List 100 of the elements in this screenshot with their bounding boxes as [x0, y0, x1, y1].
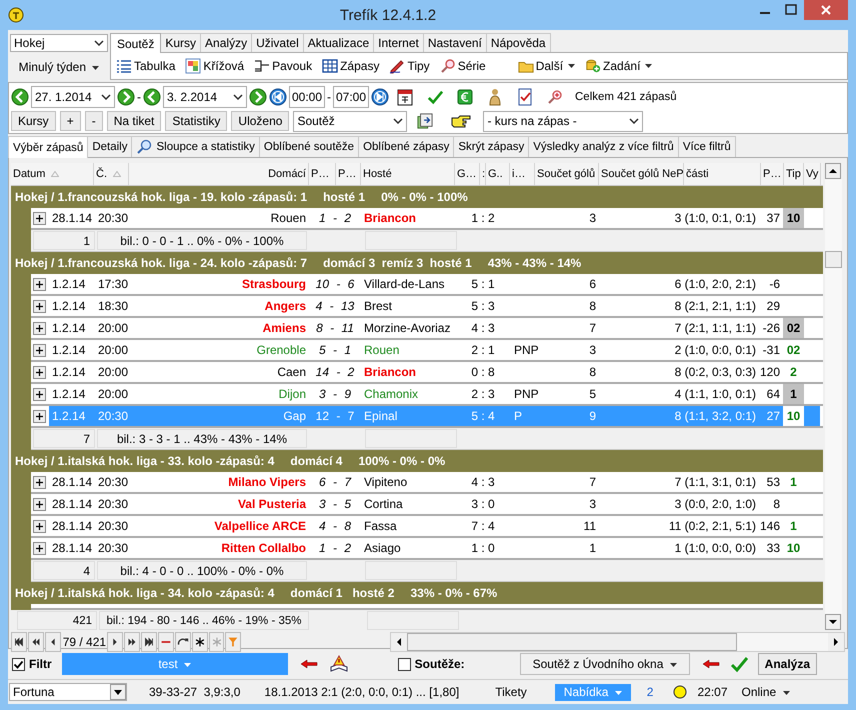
calendar-icon[interactable] [397, 88, 413, 106]
table-row[interactable]: 28.1.14 20:30 Ritten Collalbo 1 - 2 Asiago 1 : 0 1 1 (1:0, 0:0, 0:0) 33 10 [31, 538, 823, 560]
ribbon-button[interactable]: Zápasy [321, 55, 380, 77]
menu-tab[interactable]: Nápověda [486, 33, 551, 52]
ribbon-button[interactable]: Další [516, 55, 576, 77]
left-arrow-icon[interactable] [300, 659, 318, 669]
table-row[interactable]: 1.2.14 20:00 Grenoble 5 - 1 Rouen 2 : 1 PNP 3 2 (1:0, 0:0, 0:1) -31 02 [31, 340, 823, 362]
toolbar-button[interactable]: Statistiky [165, 111, 228, 131]
euro-icon[interactable] [457, 88, 473, 106]
previous-page-icon[interactable] [28, 632, 44, 652]
expand-icon[interactable] [33, 520, 46, 532]
expand-icon[interactable] [33, 300, 46, 312]
column-header[interactable]: P… [761, 163, 784, 185]
ribbon-button[interactable]: Zadání [584, 55, 654, 77]
scroll-down-icon[interactable] [825, 614, 841, 630]
column-header[interactable]: Datum [11, 163, 94, 185]
time-field[interactable]: 07:00 [333, 86, 369, 108]
group-header[interactable]: Hokej / 1.italská hok. liga - 34. kolo -zápasů: 4 domácí 1 hosté 2 33% - 0% - 67% [11, 582, 823, 604]
figure-icon[interactable] [487, 88, 503, 106]
ribbon-button[interactable]: Křížová [184, 55, 246, 77]
group-header[interactable]: Hokej / 1.italská hok. liga - 33. kolo -zápasů: 4 domácí 4 100% - 0% - 0% [11, 450, 823, 472]
expand-icon[interactable] [33, 388, 46, 400]
menu-tab[interactable]: Kursy [160, 33, 202, 52]
column-header[interactable]: Součet gólů [535, 163, 599, 185]
horizontal-scrollbar[interactable] [390, 632, 845, 652]
skip-back-icon[interactable] [269, 88, 287, 106]
expand-icon[interactable] [33, 476, 46, 488]
table-row[interactable]: 1.2.14 17:30 Strasbourg 10 - 6 Villard-de-Lans 5 : 1 6 6 (1:0, 2:0, 2:1) -6 [31, 274, 823, 296]
export-icon[interactable] [417, 112, 434, 130]
zoom-in-icon[interactable] [547, 88, 563, 106]
table-row[interactable]: 28.1.14 20:30 Rouen 1 - 2 Briancon 1 : 2 3 3 (1:0, 0:1, 0:1) 37 10 [31, 208, 823, 230]
expand-icon[interactable] [33, 212, 46, 224]
table-row[interactable]: 28.1.14 20:30 Val Pusteria 3 - 5 Cortina 3 : 0 3 3 (0:0, 2:0, 1:0) 8 [31, 494, 823, 516]
last-record-icon[interactable] [140, 632, 157, 652]
checkbox[interactable] [398, 658, 411, 670]
odds-select[interactable]: - kurs na zápas - [483, 110, 644, 132]
date-picker[interactable]: 3. 2.2014 [163, 86, 247, 108]
ribbon-button[interactable]: Série [438, 55, 487, 77]
warning-book-icon[interactable] [330, 655, 348, 673]
group-header[interactable]: Hokej / 1.francouzská hok. liga - 19. kolo -zápasů: 1 hosté 1 0% - 0% - 100% [11, 186, 823, 208]
close-icon[interactable] [804, 0, 848, 20]
checklist-icon[interactable] [517, 88, 533, 106]
column-header[interactable]: : [480, 163, 486, 185]
table-row[interactable]: 28.1.14 20:30 Milano Vipers 6 - 7 Vipiteno 4 : 3 7 7 (1:1, 3:1, 0:1) 53 1 [31, 472, 823, 494]
online-menu[interactable]: Online [736, 684, 796, 700]
expand-icon[interactable] [33, 322, 46, 334]
checkmark-icon[interactable] [730, 655, 748, 673]
table-row[interactable]: 1.2.14 18:30 Angers 4 - 13 Brest 5 : 3 8 8 (2:1, 2:1, 1:1) 29 [31, 296, 823, 318]
column-header[interactable]: i… [510, 163, 535, 185]
pointing-hand-icon[interactable] [451, 114, 472, 128]
scroll-left-icon[interactable] [391, 633, 408, 651]
first-record-icon[interactable] [11, 632, 27, 652]
competition-dropdown[interactable]: Soutěž z Úvodního okna [520, 653, 690, 675]
menu-tab[interactable]: Soutěž [110, 33, 162, 53]
scroll-thumb[interactable] [825, 251, 842, 268]
column-header[interactable]: Domácí [129, 163, 309, 185]
next-record-icon[interactable] [107, 632, 123, 652]
left-arrow-icon[interactable] [702, 659, 720, 669]
expand-icon[interactable] [33, 410, 46, 422]
expand-icon[interactable] [33, 542, 46, 554]
column-header[interactable]: Součet gólů NeP [599, 163, 684, 185]
table-row[interactable]: 28.1.14 20:30 Valpellice ARCE 4 - 8 Fassa 7 : 4 11 11 (0:2, 2:1, 5:1) 146 1 [31, 516, 823, 538]
asterisk-icon[interactable] [192, 632, 208, 652]
scroll-up-icon[interactable] [825, 163, 841, 179]
view-tab[interactable]: Sloupce a statistiky [131, 136, 260, 157]
ribbon-button[interactable]: Pavouk [253, 55, 314, 77]
view-tab[interactable]: Výběr zápasů [8, 136, 88, 158]
expand-icon[interactable] [33, 344, 46, 356]
column-header[interactable]: P… [309, 163, 336, 185]
view-tab[interactable]: Více filtrů [678, 136, 736, 157]
ribbon-button[interactable]: Tabulka [115, 55, 176, 77]
refresh-icon[interactable] [174, 632, 191, 652]
date-picker[interactable]: 27. 1.2014 [31, 86, 115, 108]
skip-forward-icon[interactable] [371, 88, 389, 106]
table-row[interactable]: 1.2.14 20:30 Gap 12 - 7 Epinal 5 : 4 P 9 8 (1:1, 3:2, 0:1) 27 10 [31, 406, 823, 428]
column-header[interactable]: Hosté [361, 163, 455, 185]
toolbar-button[interactable]: Na tiket [106, 111, 162, 131]
toolbar-button[interactable]: Kursy [11, 111, 56, 131]
toolbar-button[interactable]: Uloženo [231, 111, 290, 131]
table-row[interactable]: 1.2.14 20:00 Dijon 3 - 9 Chamonix 2 : 3 PNP 5 4 (1:1, 1:0, 0:1) 64 1 [31, 384, 823, 406]
column-header[interactable]: G.. [486, 163, 510, 185]
toolbar-button[interactable]: - [84, 111, 103, 131]
column-header[interactable]: Tip [784, 163, 804, 185]
toolbar-button[interactable]: + [60, 111, 81, 131]
group-header[interactable]: Hokej / 1.francouzská hok. liga - 24. kolo -zápasů: 7 domácí 3 remíz 3 hosté 1 43% - 43% - 14% [11, 252, 823, 274]
table-row[interactable]: 1.2.14 20:00 Caen 14 - 2 Briancon 0 : 8 8 8 (0:2, 0:3, 0:3) 120 2 [31, 362, 823, 384]
expand-icon[interactable] [33, 366, 46, 378]
checkmark-icon[interactable] [427, 88, 443, 106]
column-header[interactable]: části [684, 163, 761, 185]
column-header[interactable]: G… [455, 163, 480, 185]
expand-icon[interactable] [33, 278, 46, 290]
delete-icon[interactable] [158, 632, 174, 652]
competition-select[interactable]: Soutěž [293, 110, 408, 132]
tickets-link[interactable]: Tikety [495, 685, 527, 699]
time-field[interactable]: 00:00 [289, 86, 325, 108]
scroll-thumb[interactable] [407, 633, 738, 651]
vertical-scrollbar[interactable] [825, 163, 842, 630]
analyze-button[interactable]: Analýza [758, 653, 818, 675]
previous-record-icon[interactable] [44, 632, 61, 652]
period-menu[interactable]: Minulý týden [10, 58, 108, 76]
